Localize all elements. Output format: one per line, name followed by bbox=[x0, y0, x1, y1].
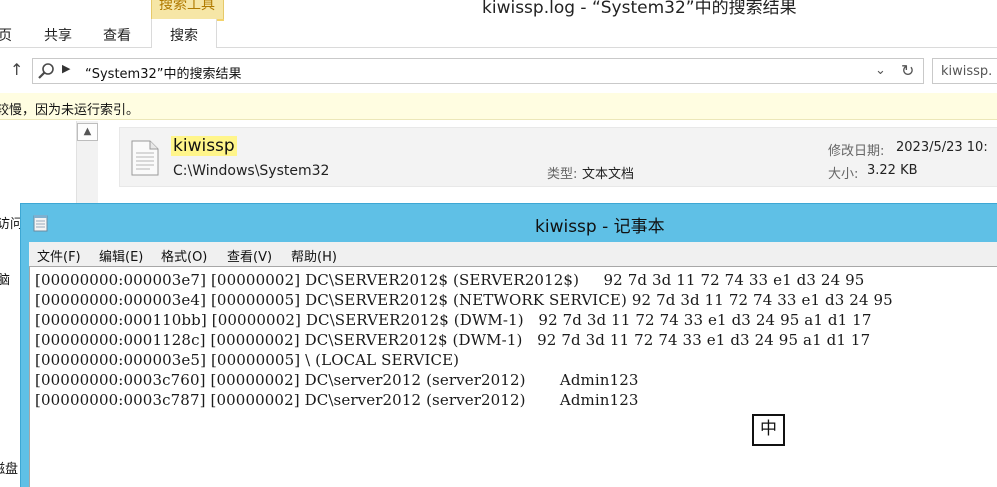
tab-home[interactable]: 页 bbox=[0, 25, 12, 45]
chevron-down-icon[interactable]: ⌄ bbox=[875, 63, 886, 78]
result-modified-label: 修改日期: bbox=[828, 144, 885, 159]
scroll-up-arrow-icon[interactable]: ▲ bbox=[77, 123, 98, 141]
text-line: [00000000:000003e7] [00000002] DC\SERVER… bbox=[35, 271, 865, 289]
text-line: [00000000:000003e4] [00000005] DC\SERVER… bbox=[35, 291, 893, 309]
result-type-value: 文本文档 bbox=[582, 167, 635, 182]
info-bar-text: 较慢，因为未运行索引。 bbox=[0, 103, 140, 118]
result-size-label: 大小: bbox=[828, 167, 859, 182]
menu-view[interactable]: 查看(V) bbox=[227, 246, 272, 265]
notepad-menubar: 文件(F) 编辑(E) 格式(O) 查看(V) 帮助(H) bbox=[29, 242, 997, 266]
notepad-app-icon[interactable] bbox=[33, 214, 49, 232]
search-tools-context-header: 搜索工具 bbox=[151, 0, 224, 19]
address-bar[interactable]: ▶ “System32”中的搜索结果 ⌄ ↻ bbox=[32, 58, 924, 84]
breadcrumb-chevron-icon[interactable]: ▶ bbox=[62, 62, 70, 75]
notepad-title: kiwissp - 记事本 bbox=[535, 217, 665, 237]
menu-format[interactable]: 格式(O) bbox=[161, 246, 207, 265]
result-type-label: 类型: bbox=[547, 167, 578, 182]
screen: 搜索工具 kiwissp.log - “System32”中的搜索结果 页 共享… bbox=[0, 0, 997, 487]
ime-mode-indicator[interactable]: 中 bbox=[752, 414, 785, 446]
search-tools-label: 搜索工具 bbox=[159, 0, 215, 13]
result-filename[interactable]: kiwissp bbox=[171, 136, 237, 156]
ribbon-tabs: 页 共享 查看 搜索 bbox=[0, 19, 997, 48]
search-result-item[interactable]: kiwissp C:\Windows\System32 类型: 文本文档 修改日… bbox=[119, 127, 997, 187]
text-line: [00000000:0001128c] [00000002] DC\SERVER… bbox=[35, 331, 871, 349]
text-line: [00000000:0003c760] [00000002] DC\server… bbox=[35, 371, 639, 389]
tab-view[interactable]: 查看 bbox=[103, 25, 131, 45]
search-input-value: kiwissp. bbox=[941, 64, 993, 79]
notepad-titlebar[interactable]: kiwissp - 记事本 bbox=[21, 204, 997, 242]
search-results-icon bbox=[38, 63, 54, 79]
result-modified-value: 2023/5/23 10: bbox=[896, 140, 988, 155]
result-size-value: 3.22 KB bbox=[867, 163, 918, 178]
refresh-icon[interactable]: ↻ bbox=[901, 61, 914, 80]
text-file-icon bbox=[131, 140, 159, 176]
search-input[interactable]: kiwissp. bbox=[932, 58, 997, 84]
text-line: [00000000:000110bb] [00000002] DC\SERVER… bbox=[35, 311, 872, 329]
nav-item-this-pc[interactable]: 脑 bbox=[0, 269, 10, 288]
address-row: ↑ ▶ “System32”中的搜索结果 ⌄ ↻ kiwissp. bbox=[0, 54, 997, 88]
result-path: C:\Windows\System32 bbox=[173, 163, 330, 179]
nav-item-local-disk[interactable]: 磁盘 bbox=[0, 458, 18, 477]
info-bar[interactable]: 较慢，因为未运行索引。 bbox=[0, 93, 997, 120]
explorer-window-title: kiwissp.log - “System32”中的搜索结果 bbox=[482, 0, 797, 18]
notepad-window[interactable]: kiwissp - 记事本 文件(F) 编辑(E) 格式(O) 查看(V) 帮助… bbox=[20, 203, 997, 487]
text-line: [00000000:0003c787] [00000002] DC\server… bbox=[35, 391, 639, 409]
menu-help[interactable]: 帮助(H) bbox=[291, 246, 337, 265]
breadcrumb[interactable]: “System32”中的搜索结果 bbox=[85, 63, 242, 82]
up-arrow-icon[interactable]: ↑ bbox=[10, 60, 23, 79]
notepad-text-area[interactable]: [00000000:000003e7] [00000002] DC\SERVER… bbox=[29, 266, 997, 487]
tab-search[interactable]: 搜索 bbox=[151, 19, 217, 48]
menu-file[interactable]: 文件(F) bbox=[37, 246, 81, 265]
tab-share[interactable]: 共享 bbox=[44, 25, 72, 45]
text-line: [00000000:000003e5] [00000005] \ (LOCAL … bbox=[35, 351, 460, 369]
explorer-titlebar: 搜索工具 kiwissp.log - “System32”中的搜索结果 bbox=[0, 0, 997, 19]
menu-edit[interactable]: 编辑(E) bbox=[99, 246, 143, 265]
nav-scrollbar[interactable]: ▲ bbox=[76, 121, 98, 211]
